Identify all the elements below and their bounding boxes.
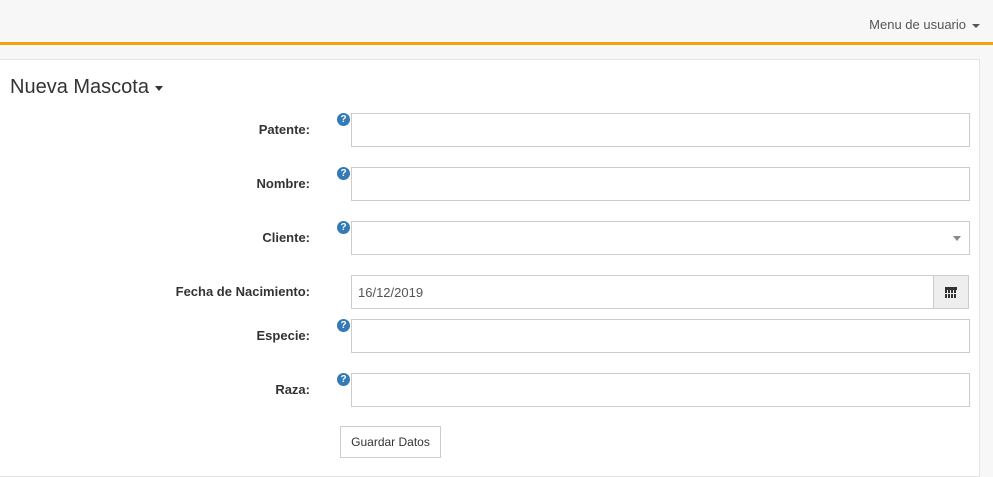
nombre-label: Nombre:: [256, 176, 310, 191]
question-circle-icon[interactable]: ?: [337, 373, 350, 386]
form-panel: Nueva Mascota Patente: ? Nombre: ? Clien…: [0, 59, 980, 477]
dropdown-arrow-icon: [953, 236, 961, 241]
patente-label: Patente:: [258, 122, 310, 137]
especie-label: Especie:: [256, 328, 310, 343]
question-circle-icon[interactable]: ?: [337, 319, 350, 332]
especie-input[interactable]: [351, 319, 970, 353]
fecha-nacimiento-label: Fecha de Nacimiento:: [175, 284, 310, 299]
question-circle-icon[interactable]: ?: [337, 113, 350, 126]
caret-down-icon: [154, 86, 163, 91]
form-row-cliente: Cliente: ?: [0, 221, 980, 255]
calendar-icon: [945, 286, 957, 298]
nombre-input[interactable]: [351, 167, 970, 201]
fecha-nacimiento-input[interactable]: [351, 275, 934, 309]
form-row-fecha-nacimiento: Fecha de Nacimiento:: [0, 275, 980, 309]
user-menu-label: Menu de usuario: [869, 17, 966, 32]
form-row-raza: Raza: ?: [0, 373, 980, 407]
caret-down-icon: [972, 23, 980, 28]
patente-input[interactable]: [351, 113, 970, 147]
calendar-button[interactable]: [933, 275, 969, 309]
panel-title-toggle[interactable]: Nueva Mascota: [10, 76, 163, 99]
question-circle-icon[interactable]: ?: [337, 221, 350, 234]
cliente-label: Cliente:: [262, 230, 310, 245]
question-circle-icon[interactable]: ?: [337, 167, 350, 180]
form-row-nombre: Nombre: ?: [0, 167, 980, 201]
raza-label: Raza:: [275, 382, 310, 397]
top-navbar: Menu de usuario: [0, 0, 993, 45]
form-row-patente: Patente: ?: [0, 113, 980, 147]
page-title: Nueva Mascota: [10, 76, 149, 98]
cliente-select[interactable]: [351, 221, 970, 255]
user-menu-dropdown[interactable]: Menu de usuario: [869, 17, 980, 32]
save-button[interactable]: Guardar Datos: [340, 426, 441, 458]
form-row-especie: Especie: ?: [0, 319, 980, 353]
raza-input[interactable]: [351, 373, 970, 407]
